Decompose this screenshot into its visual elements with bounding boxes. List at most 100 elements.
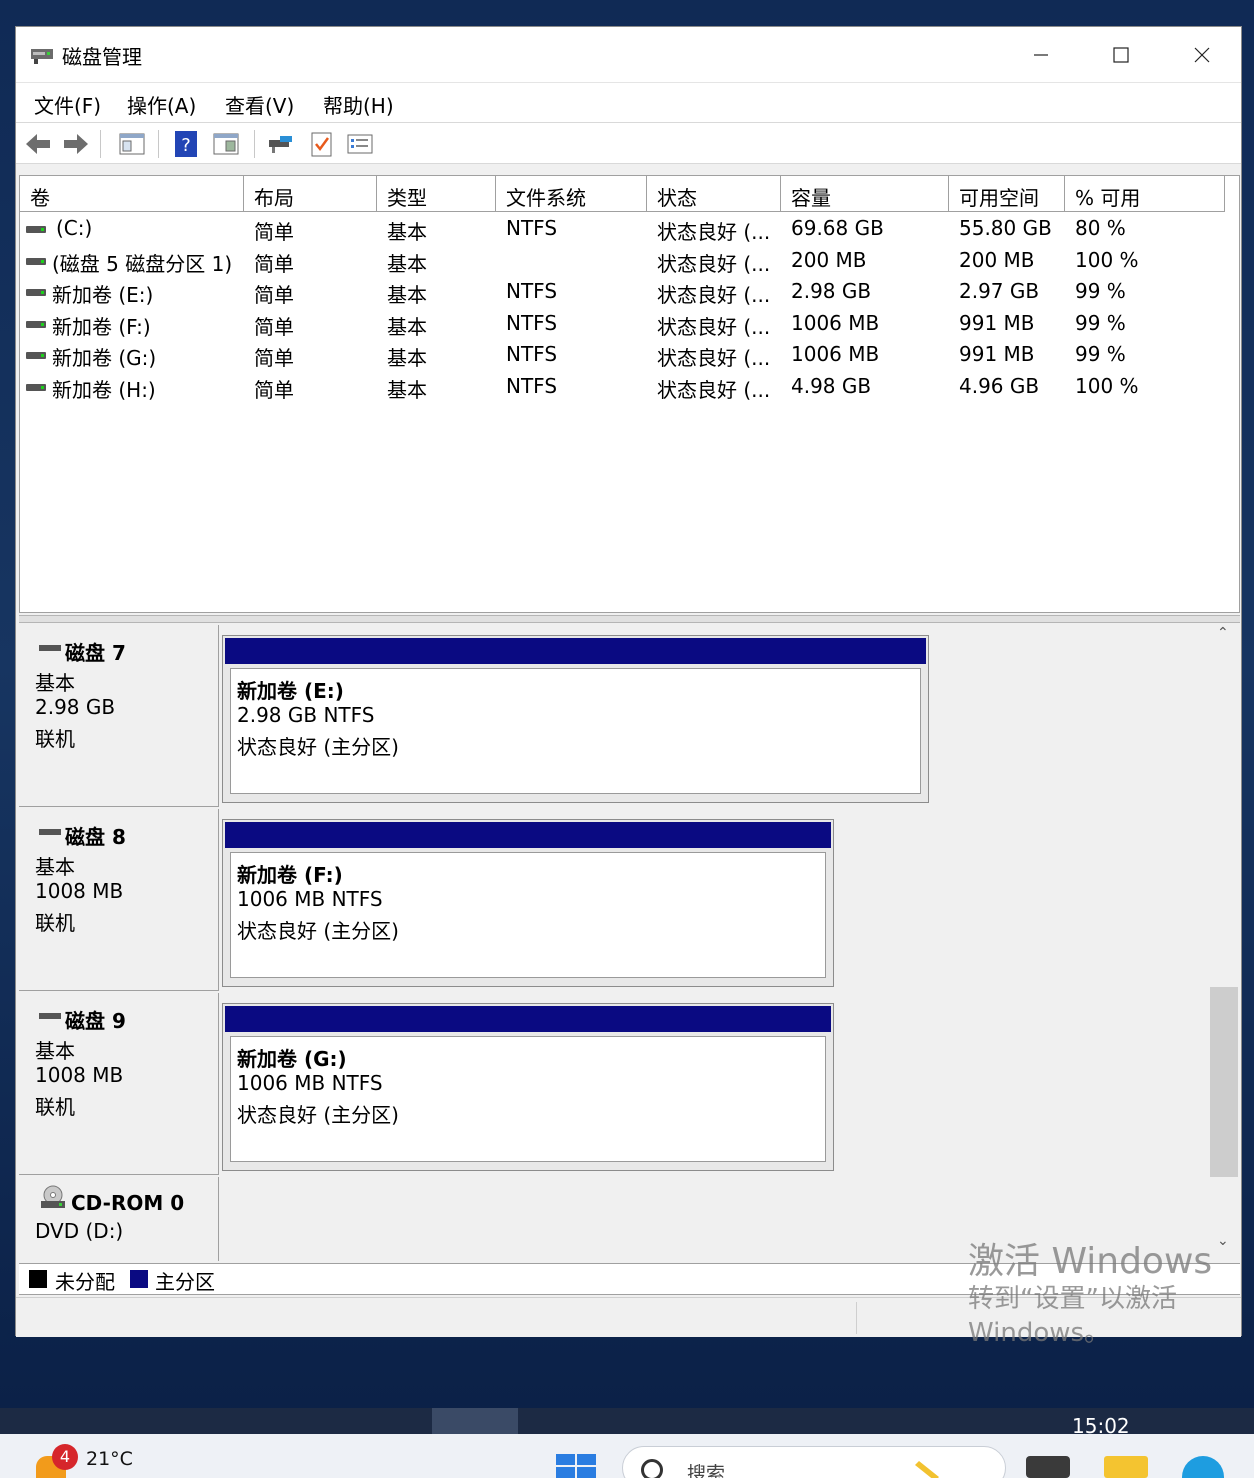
partition-block[interactable]: 新加卷 (F:) 1006 MB NTFS 状态良好 (主分区) xyxy=(222,819,834,987)
column-header-free-space[interactable]: 可用空间 xyxy=(949,176,1065,212)
partition-body[interactable]: 新加卷 (G:) 1006 MB NTFS 状态良好 (主分区) xyxy=(230,1036,826,1162)
partition-status: 状态良好 (主分区) xyxy=(237,919,399,943)
connect-icon[interactable] xyxy=(266,130,294,158)
volume-row[interactable]: 新加卷 (G:) 简单 基本 NTFS 状态良好 (... 1006 MB 991 MB 99… xyxy=(20,340,1225,371)
volume-free-space: 991 MB xyxy=(959,310,1035,335)
pane-splitter[interactable] xyxy=(19,615,1240,623)
volume-row[interactable]: (磁盘 5 磁盘分区 1) 简单 基本 状态良好 (... 200 MB 200 MB 10… xyxy=(20,246,1225,277)
volume-drive-icon xyxy=(26,226,46,233)
minimize-button[interactable] xyxy=(1001,27,1081,82)
maximize-icon xyxy=(1113,46,1129,63)
disk-label[interactable]: 磁盘 9 基本 1008 MB 联机 xyxy=(19,993,219,1175)
volume-status: 状态良好 (... xyxy=(657,283,771,308)
volume-layout: 简单 xyxy=(254,283,294,308)
column-header-layout[interactable]: 布局 xyxy=(244,176,377,212)
volume-percent-free: 99 % xyxy=(1075,310,1126,335)
scrollbar-thumb[interactable] xyxy=(1210,987,1238,1177)
disk-name: 磁盘 7 xyxy=(65,641,126,665)
activation-watermark-title: 激活 Windows xyxy=(968,1241,1213,1282)
column-header-status[interactable]: 状态 xyxy=(647,176,781,212)
disk-pane-scrollbar[interactable]: ⌃ ⌄ xyxy=(1210,625,1240,1261)
column-header-filesystem[interactable]: 文件系统 xyxy=(496,176,647,212)
cdrom-label: CD-ROM 0 DVD (D:) xyxy=(19,1177,219,1261)
legend-primary-swatch xyxy=(130,1270,148,1288)
background-taskbar: 15:02 xyxy=(0,1408,1254,1438)
scroll-down-icon[interactable]: ⌄ xyxy=(1217,1233,1229,1249)
volume-free-space: 55.80 GB xyxy=(959,216,1052,240)
partition-block[interactable]: 新加卷 (G:) 1006 MB NTFS 状态良好 (主分区) xyxy=(222,1003,834,1171)
list-icon[interactable] xyxy=(346,130,374,158)
cdrom-icon xyxy=(41,1185,65,1208)
scroll-up-icon[interactable]: ⌃ xyxy=(1217,625,1229,641)
close-button[interactable] xyxy=(1162,27,1242,82)
volume-type: 基本 xyxy=(387,314,427,339)
disk-map-pane: 磁盘 7 基本 2.98 GB 联机 新加卷 (E:) 2.98 GB NTFS 状态良好 … xyxy=(19,625,1224,1261)
volume-layout: 简单 xyxy=(254,251,294,276)
properties-icon[interactable] xyxy=(118,130,146,158)
disk-label[interactable]: 磁盘 8 基本 1008 MB 联机 xyxy=(19,809,219,991)
volume-name: 新加卷 (H:) xyxy=(52,378,156,402)
volume-layout: 简单 xyxy=(254,378,294,402)
start-button[interactable] xyxy=(556,1454,598,1478)
disk-management-app-icon xyxy=(31,49,53,64)
volume-name: 新加卷 (E:) xyxy=(52,283,154,308)
legend-unallocated-swatch xyxy=(29,1270,47,1288)
column-header-percent-free[interactable]: % 可用 xyxy=(1065,176,1225,212)
volume-capacity: 1006 MB xyxy=(791,342,880,367)
volume-status: 状态良好 (... xyxy=(657,314,771,339)
menu-bar: 文件(F) 操作(A) 查看(V) 帮助(H) xyxy=(16,82,1241,122)
partition-body[interactable]: 新加卷 (F:) 1006 MB NTFS 状态良好 (主分区) xyxy=(230,852,826,978)
menu-view[interactable]: 查看(V) xyxy=(225,90,294,119)
partition-size-fs: 1006 MB NTFS xyxy=(237,1071,383,1095)
volume-row[interactable]: 新加卷 (F:) 简单 基本 NTFS 状态良好 (... 1006 MB 991 MB 99… xyxy=(20,309,1225,340)
volume-drive-icon xyxy=(26,352,46,360)
volume-type: 基本 xyxy=(387,346,427,371)
volume-capacity: 1006 MB xyxy=(791,310,880,335)
disk-row[interactable]: 磁盘 7 基本 2.98 GB 联机 新加卷 (E:) 2.98 GB NTFS 状态良好 … xyxy=(19,625,1224,809)
back-icon[interactable] xyxy=(24,130,52,158)
volume-filesystem: NTFS xyxy=(506,342,558,367)
temperature[interactable]: 21°C xyxy=(86,1448,133,1470)
volume-status: 状态良好 (... xyxy=(657,220,771,244)
volume-row[interactable]: (C:) 简单 基本 NTFS 状态良好 (... 69.68 GB 55.80 GB 80 … xyxy=(20,214,1225,245)
title-bar: 磁盘管理 xyxy=(16,27,1241,82)
cdrom-drive: DVD (D:) xyxy=(35,1219,124,1243)
volume-status: 状态良好 (... xyxy=(657,251,771,276)
disk-drive-icon xyxy=(39,645,61,651)
maximize-button[interactable] xyxy=(1081,27,1161,82)
disk-row[interactable]: 磁盘 9 基本 1008 MB 联机 新加卷 (G:) 1006 MB NTFS 状态良好 … xyxy=(19,993,1224,1177)
check-icon[interactable] xyxy=(308,130,336,158)
minimize-icon xyxy=(1034,53,1048,56)
help-icon[interactable]: ? xyxy=(172,130,200,158)
background-taskbar-active-app[interactable] xyxy=(432,1408,518,1434)
pencil-icon xyxy=(915,1461,939,1478)
partition-block[interactable]: 新加卷 (E:) 2.98 GB NTFS 状态良好 (主分区) xyxy=(222,635,929,803)
volume-capacity: 4.98 GB xyxy=(791,374,872,398)
column-header-capacity[interactable]: 容量 xyxy=(781,176,949,212)
volume-layout: 简单 xyxy=(254,314,294,339)
disk-state: 联机 xyxy=(35,1095,75,1119)
menu-action[interactable]: 操作(A) xyxy=(127,90,196,119)
column-header-volume[interactable]: 卷 xyxy=(20,176,244,212)
file-explorer-icon[interactable] xyxy=(1104,1456,1148,1478)
volume-free-space: 4.96 GB xyxy=(959,374,1040,398)
view-icon[interactable] xyxy=(212,130,240,158)
taskbar-search[interactable]: 搜索 xyxy=(622,1446,1006,1478)
column-header-type[interactable]: 类型 xyxy=(377,176,496,212)
volume-row[interactable]: 新加卷 (H:) 简单 基本 NTFS 状态良好 (... 4.98 GB 4.96 GB 1… xyxy=(20,372,1225,403)
menu-help[interactable]: 帮助(H) xyxy=(323,90,394,119)
forward-icon[interactable] xyxy=(62,130,90,158)
menu-file[interactable]: 文件(F) xyxy=(34,90,101,119)
partition-body[interactable]: 新加卷 (E:) 2.98 GB NTFS 状态良好 (主分区) xyxy=(230,668,921,794)
volume-type: 基本 xyxy=(387,283,427,308)
volume-status: 状态良好 (... xyxy=(657,378,771,402)
weather-badge: 4 xyxy=(52,1444,78,1470)
search-placeholder: 搜索 xyxy=(687,1463,726,1478)
disk-state: 联机 xyxy=(35,911,75,935)
volume-percent-free: 100 % xyxy=(1075,374,1139,398)
disk-size: 2.98 GB xyxy=(35,695,116,719)
volume-row[interactable]: 新加卷 (E:) 简单 基本 NTFS 状态良好 (... 2.98 GB 2.97 GB 9… xyxy=(20,277,1225,308)
disk-label[interactable]: 磁盘 7 基本 2.98 GB 联机 xyxy=(19,625,219,807)
disk-row[interactable]: 磁盘 8 基本 1008 MB 联机 新加卷 (F:) 1006 MB NTFS 状态良好 … xyxy=(19,809,1224,993)
taskbar-app-icon[interactable] xyxy=(1026,1456,1070,1478)
